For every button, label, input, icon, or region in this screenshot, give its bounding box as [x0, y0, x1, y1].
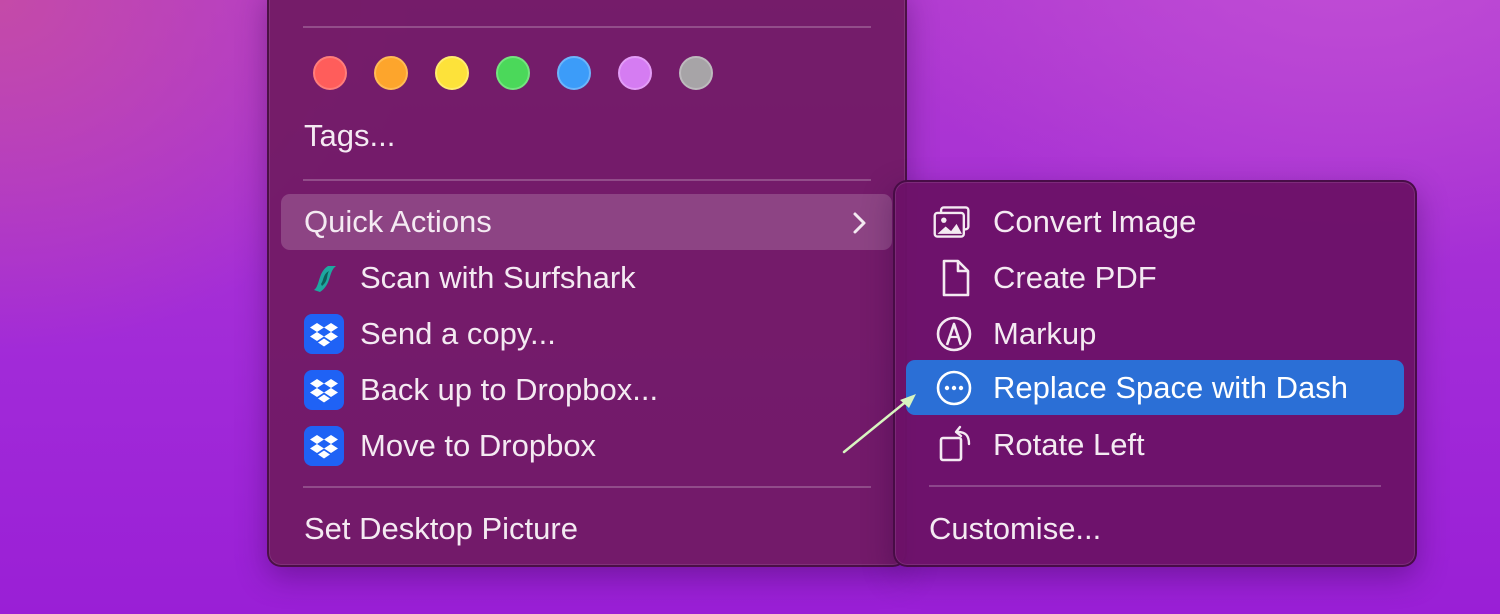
menu-separator	[303, 26, 871, 28]
dropbox-icon	[304, 426, 344, 466]
submenu-item-rotate-left[interactable]: Rotate Left	[906, 418, 1404, 472]
dropbox-icon	[304, 314, 344, 354]
menu-separator	[303, 179, 871, 181]
context-menu: Tags... Quick Actions Scan with Surfshar…	[267, 0, 907, 567]
menu-item-send-copy[interactable]: Send a copy...	[281, 306, 892, 362]
annotation-arrow	[842, 394, 916, 454]
quick-actions-submenu: Convert Image Create PDF Markup Replace …	[893, 180, 1417, 567]
menu-item-set-desktop-picture[interactable]: Set Desktop Picture	[304, 509, 578, 549]
menu-item-tags[interactable]: Tags...	[304, 116, 395, 156]
dropbox-icon	[304, 370, 344, 410]
chevron-right-icon	[853, 212, 866, 234]
submenu-item-label: Create PDF	[993, 260, 1157, 295]
rotate-left-icon	[939, 425, 971, 462]
submenu-item-customise[interactable]: Customise...	[929, 509, 1101, 549]
menu-item-label: Move to Dropbox	[360, 428, 597, 463]
menu-separator	[929, 485, 1381, 487]
photos-icon	[933, 206, 970, 238]
quick-actions-label: Quick Actions	[304, 204, 492, 239]
submenu-item-label: Replace Space with Dash	[993, 370, 1348, 405]
tag-blue-button[interactable]	[557, 56, 591, 90]
tag-yellow-button[interactable]	[435, 56, 469, 90]
tag-purple-button[interactable]	[618, 56, 652, 90]
submenu-item-replace-space-dash[interactable]: Replace Space with Dash	[906, 360, 1404, 415]
menu-item-quick-actions[interactable]: Quick Actions	[281, 194, 892, 250]
menu-item-label: Scan with Surfshark	[360, 260, 636, 295]
menu-item-label: Send a copy...	[360, 316, 556, 351]
menu-item-back-up-dropbox[interactable]: Back up to Dropbox...	[281, 362, 892, 418]
submenu-item-convert-image[interactable]: Convert Image	[906, 195, 1404, 249]
tag-orange-button[interactable]	[374, 56, 408, 90]
tag-red-button[interactable]	[313, 56, 347, 90]
menu-item-scan-surfshark[interactable]: Scan with Surfshark	[281, 250, 892, 306]
markup-pen-icon	[936, 316, 972, 352]
submenu-item-label: Convert Image	[993, 204, 1197, 239]
submenu-item-markup[interactable]: Markup	[906, 307, 1404, 361]
menu-item-label: Back up to Dropbox...	[360, 372, 659, 407]
document-icon	[942, 259, 970, 297]
tag-gray-button[interactable]	[679, 56, 713, 90]
submenu-item-create-pdf[interactable]: Create PDF	[906, 251, 1404, 305]
surfshark-icon	[314, 266, 336, 292]
menu-separator	[303, 486, 871, 488]
tag-green-button[interactable]	[496, 56, 530, 90]
submenu-item-label: Markup	[993, 316, 1097, 351]
ellipsis-circle-icon	[936, 370, 972, 406]
submenu-item-label: Rotate Left	[993, 427, 1145, 462]
menu-item-move-dropbox[interactable]: Move to Dropbox	[281, 418, 892, 474]
